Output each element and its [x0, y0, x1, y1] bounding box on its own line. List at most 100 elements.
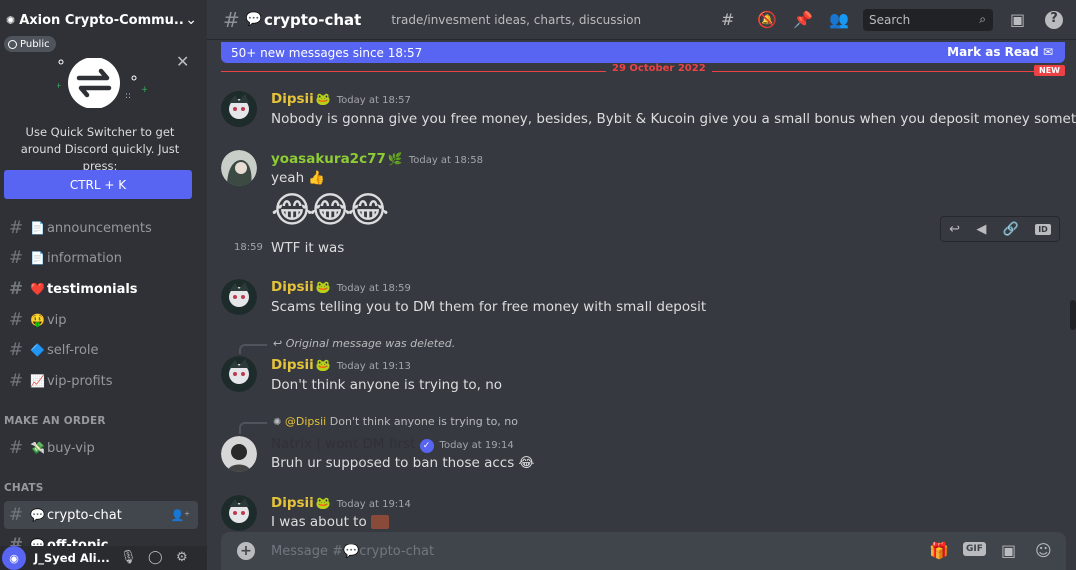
reply-icon: ↩ [273, 337, 283, 350]
category-chats[interactable]: CHATS [4, 482, 44, 494]
category-make-an-order[interactable]: MAKE AN ORDER [4, 415, 106, 427]
channel-emoji: 📄 [30, 251, 45, 265]
message-author[interactable]: Natrix | wont DM first ✓ Today at 19:14 [271, 436, 514, 453]
chevron-down-icon[interactable]: ⌄ [185, 12, 197, 28]
mark-read-icon: ✉ [1042, 45, 1053, 59]
message-author[interactable]: Dipsii 🐸 Today at 19:13 [271, 357, 411, 373]
channel-crypto-chat[interactable]: # 💬 crypto-chat 👤⁺ [4, 501, 198, 529]
add-attachment-icon[interactable]: + [237, 542, 255, 560]
reply-icon[interactable]: ↩ [949, 222, 960, 237]
quick-switcher-text: Use Quick Switcher to get around Discord… [20, 125, 180, 173]
message: ✺ @Dipsii Don't think anyone is trying t… [207, 414, 1076, 478]
inbox-icon[interactable]: ▣ [1010, 10, 1025, 29]
channel-label: announcements [46, 220, 152, 236]
role-badge-icon: 🐸 [315, 358, 331, 372]
message: ↩ Original message was deleted. Dipsii 🐸 T… [207, 336, 1076, 396]
server-header[interactable]: ✺ Axion Crypto-Commu... ⌄ [0, 0, 207, 40]
avatar[interactable] [221, 356, 257, 392]
reply-preview[interactable]: ↩ Original message was deleted. [273, 337, 455, 350]
channel-label: self-role [46, 342, 99, 358]
reply-preview[interactable]: ✺ @Dipsii Don't think anyone is trying t… [273, 415, 518, 428]
reply-connector [239, 422, 267, 434]
member-list-icon[interactable]: 👥 [829, 10, 849, 29]
user-name[interactable]: J_Syed Ali... [34, 551, 110, 565]
hash-icon: # [8, 310, 24, 330]
hash-icon: # [8, 248, 24, 268]
public-label: Public [20, 38, 50, 50]
pin-icon[interactable]: 📌 [793, 10, 813, 29]
avatar[interactable]: ◉ [2, 546, 26, 570]
channel-vip[interactable]: # 🤑 vip [4, 306, 198, 334]
hash-icon: # [8, 218, 24, 238]
author-name: Natrix | wont DM first [271, 436, 416, 452]
sidebar: ✺ Axion Crypto-Commu... ⌄ Public ✕ :: + … [0, 0, 207, 570]
avatar[interactable] [221, 150, 257, 186]
message-input[interactable] [271, 542, 871, 560]
new-badge: NEW [1034, 65, 1065, 76]
role-badge-icon: 🐸 [315, 280, 331, 294]
emoji-icon[interactable]: ☺ [1035, 541, 1052, 560]
message-author[interactable]: Dipsii 🐸 Today at 18:57 [271, 91, 411, 107]
role-badge-icon: 🐸 [315, 496, 331, 510]
mark-as-read-label: Mark as Read [947, 45, 1039, 59]
channel-buy-vip[interactable]: # 💸 buy-vip [4, 434, 198, 462]
mute-icon[interactable]: 🎙 [120, 550, 137, 565]
channel-label: information [46, 250, 122, 266]
message-author[interactable]: Dipsii 🐸 Today at 19:14 [271, 495, 411, 511]
notification-bell-muted-icon[interactable]: 🔕 [757, 10, 777, 29]
message-text: Bruh ur supposed to ban those accs 😂 [271, 455, 534, 471]
channel-testimonials[interactable]: # ❤️ testimonials [4, 275, 198, 303]
mark-as-read-button[interactable]: Mark as Read ✉ [947, 45, 1053, 59]
role-badge-icon: 🐸 [315, 92, 331, 106]
message-author[interactable]: yoasakura2c77 🌿 Today at 18:58 [271, 151, 483, 167]
channel-topic[interactable]: trade/invesment ideas, charts, discussio… [391, 13, 641, 27]
message-author[interactable]: Dipsii 🐸 Today at 18:59 [271, 279, 411, 295]
hash-icon: # [8, 279, 24, 299]
message-timestamp: Today at 18:58 [408, 155, 483, 166]
hash-icon: # [8, 438, 24, 458]
avatar[interactable] [221, 436, 257, 472]
search-input[interactable]: Search ⌕ [863, 9, 993, 31]
channel-self-role[interactable]: # 🔷 self-role [4, 336, 198, 364]
reply-connector [239, 344, 267, 354]
gif-icon[interactable]: GIF [963, 542, 986, 556]
custom-emoji-icon [371, 515, 390, 529]
gift-icon[interactable]: 🎁 [929, 541, 949, 560]
avatar[interactable] [221, 91, 257, 127]
channel-vip-profits[interactable]: # 📈 vip-profits [4, 367, 198, 395]
hash-icon: # [223, 7, 240, 32]
quick-switcher-button[interactable]: CTRL + K [4, 170, 192, 199]
message-timestamp: Today at 19:14 [336, 499, 411, 510]
reply-preview-text: Original message was deleted. [285, 337, 456, 350]
verified-icon: ✓ [419, 439, 434, 453]
channel-emoji: 💬 [245, 12, 262, 27]
link-icon[interactable]: 🔗 [1003, 222, 1019, 237]
reply-author: @Dipsii [284, 415, 327, 428]
close-icon[interactable]: ✕ [176, 52, 189, 71]
scrollbar[interactable] [1070, 300, 1076, 330]
sticker-icon[interactable]: ▣ [1001, 541, 1016, 560]
channel-emoji: 📄 [30, 221, 45, 235]
avatar[interactable] [221, 495, 257, 531]
headset-icon[interactable]: ◯ [148, 550, 163, 565]
svg-text:+: + [57, 81, 62, 90]
hash-icon: # [8, 371, 24, 391]
add-member-icon[interactable]: 👤⁺ [170, 509, 190, 522]
channel-label: vip [46, 312, 67, 328]
message-timestamp: Today at 19:13 [336, 361, 411, 372]
avatar[interactable] [221, 279, 257, 315]
channel-information[interactable]: # 📄 information [4, 244, 198, 272]
id-icon[interactable]: ID [1035, 223, 1051, 235]
help-icon[interactable]: ? [1045, 11, 1063, 29]
megaphone-icon[interactable]: ◀ [976, 222, 986, 237]
new-messages-banner[interactable]: 50+ new messages since 18:57 Mark as Rea… [221, 42, 1065, 63]
author-name: yoasakura2c77 [271, 151, 386, 167]
settings-gear-icon[interactable]: ⚙ [176, 550, 188, 565]
channel-header: # 💬 crypto-chat trade/invesment ideas, c… [207, 0, 1076, 40]
message-text: yeah 👍 [271, 170, 325, 186]
globe-icon [8, 39, 17, 49]
channel-announcements[interactable]: # 📄 announcements [4, 214, 198, 242]
date-divider: 29 October 2022 NEW [221, 63, 1065, 76]
threads-icon[interactable]: # [721, 10, 734, 29]
role-badge-icon: 🌿 [387, 152, 403, 166]
